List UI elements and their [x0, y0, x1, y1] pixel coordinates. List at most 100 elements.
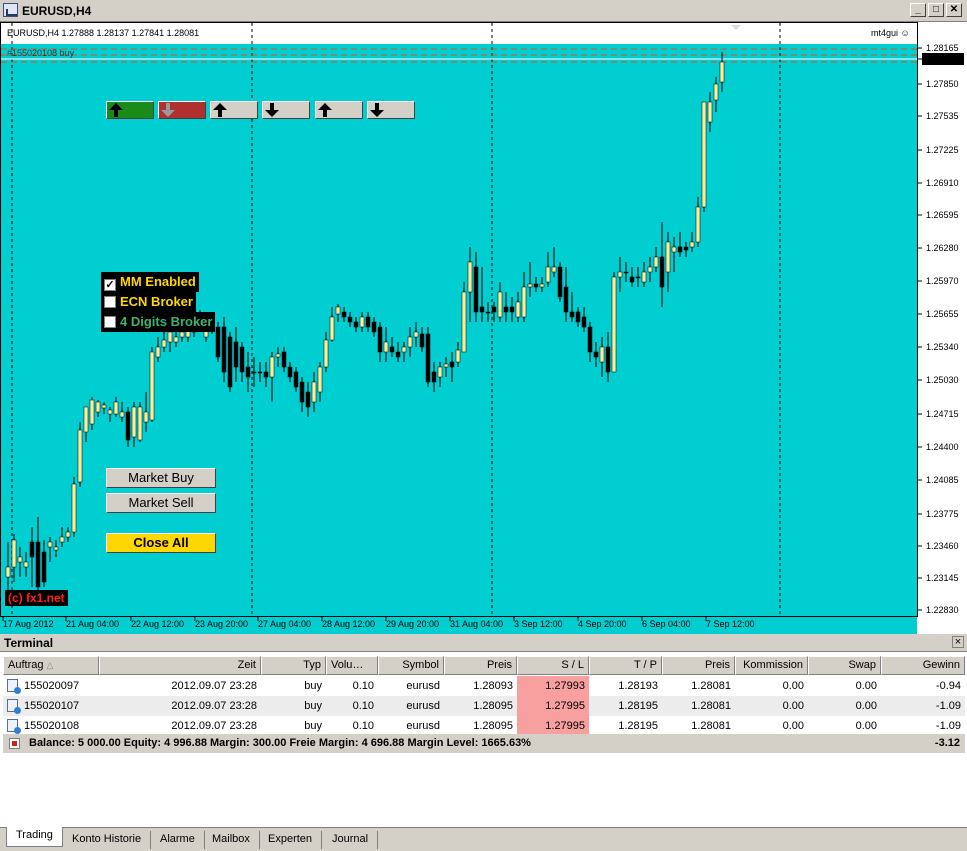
- col-header-current-price[interactable]: Preis: [662, 656, 735, 675]
- price-label: 1.27225: [926, 145, 959, 155]
- shift-marker: [731, 25, 741, 30]
- bull-candle: [455, 349, 461, 363]
- cell-cur: 1.28081: [691, 680, 731, 692]
- table-header: Auftrag △ Zeit Typ Volu… Symbol Preis S …: [3, 656, 965, 676]
- bear-candle: [263, 371, 269, 378]
- maximize-button[interactable]: □: [928, 3, 944, 17]
- col-header-sl[interactable]: S / L: [517, 656, 589, 675]
- col-header-price[interactable]: Preis: [444, 656, 517, 675]
- cell-price: 1.28095: [473, 700, 513, 712]
- bear-candle: [389, 346, 395, 353]
- arrow-up-icon: [213, 103, 227, 117]
- price-label: 1.25970: [926, 276, 959, 286]
- cell-type: buy: [304, 700, 322, 712]
- price-label: 1.25030: [926, 375, 959, 385]
- tab-mailbox[interactable]: Mailbox: [203, 831, 260, 849]
- cell-symbol: eurusd: [406, 680, 440, 692]
- cell-cur: 1.28081: [691, 700, 731, 712]
- market-sell-button[interactable]: Market Sell: [106, 493, 216, 513]
- price-label: 1.24715: [926, 409, 959, 419]
- cell-volume: 0.10: [352, 680, 374, 692]
- bear-candle: [347, 316, 353, 323]
- red-sell-arrow-button[interactable]: [158, 101, 206, 119]
- balance-summary: Balance: 5 000.00 Equity: 4 996.88 Margi…: [29, 737, 531, 749]
- green-buy-arrow-button[interactable]: [106, 101, 154, 119]
- bear-candle: [227, 336, 233, 388]
- col-header-order[interactable]: Auftrag △: [3, 656, 99, 675]
- market-buy-button[interactable]: Market Buy: [106, 468, 216, 488]
- price-chart[interactable]: 1.28165 1.28081 1.27850 1.27535 1.27225 1.269…: [0, 22, 967, 638]
- close-all-button[interactable]: Close All: [106, 533, 216, 553]
- col-header-swap[interactable]: Swap: [808, 656, 881, 675]
- price-label: 1.26280: [926, 243, 959, 253]
- date-label: 22 Aug 12:00: [131, 619, 184, 629]
- cell-tp: 1.28195: [618, 700, 658, 712]
- table-row[interactable]: 155020107 2012.09.07 23:28 buy 0.10 eurusd 1.…: [3, 696, 965, 716]
- terminal-close-icon[interactable]: ×: [952, 636, 964, 648]
- total-profit: -3.12: [934, 737, 960, 749]
- chart-header: EURUSD,H4 1.27888 1.28137 1.27841 1.2808…: [7, 28, 200, 38]
- bull-candle: [275, 353, 281, 358]
- checkbox-empty-icon: [104, 296, 116, 308]
- cell-swap: 0.00: [855, 680, 877, 692]
- col-header-tp[interactable]: T / P: [589, 656, 662, 675]
- tab-journal[interactable]: Journal: [323, 831, 379, 849]
- cell-volume: 0.10: [352, 720, 374, 732]
- cell-cur: 1.28081: [691, 720, 731, 732]
- minimize-button[interactable]: _: [910, 3, 926, 17]
- bull-candle: [443, 363, 449, 368]
- table-row[interactable]: 155020097 2012.09.07 23:28 buy 0.10 eurusd 1.…: [3, 676, 965, 696]
- bear-candle: [341, 311, 347, 318]
- bear-candle: [215, 326, 221, 358]
- arrow-down-icon: [265, 103, 279, 117]
- col-header-volume[interactable]: Volu…: [326, 656, 378, 675]
- cell-order: 155020097: [3, 676, 99, 696]
- sort-ascending-icon: △: [46, 660, 54, 670]
- down-arrow-button-1[interactable]: [262, 101, 310, 119]
- bull-candle: [689, 241, 695, 248]
- bull-candle: [155, 346, 161, 358]
- col-header-time[interactable]: Zeit: [99, 656, 261, 675]
- bull-candle: [161, 339, 167, 348]
- bear-candle: [635, 276, 641, 279]
- bear-candle: [629, 276, 635, 283]
- bear-candle: [305, 391, 311, 408]
- col-header-type[interactable]: Typ: [261, 656, 326, 675]
- table-row[interactable]: 155020108 2012.09.07 23:28 buy 0.10 eurusd 1.…: [3, 716, 965, 736]
- mt4gui-signature: mt4gui ☺: [871, 28, 910, 38]
- order-line-label: #155020108 buy: [7, 48, 75, 58]
- terminal-tabs: Trading Konto Historie Alarme Mailbox Ex…: [0, 827, 967, 851]
- bear-candle: [425, 333, 431, 383]
- cell-profit: -1.09: [935, 720, 961, 732]
- down-arrow-button-2[interactable]: [367, 101, 415, 119]
- close-button[interactable]: ✕: [946, 3, 962, 17]
- mm-enabled-checkbox[interactable]: ✓ MM Enabled: [101, 272, 199, 292]
- four-digits-broker-label: 4 Digits Broker: [120, 314, 213, 329]
- tab-konto-historie[interactable]: Konto Historie: [63, 831, 152, 849]
- up-arrow-button-1[interactable]: [210, 101, 258, 119]
- order-icon: [7, 679, 21, 694]
- col-header-profit[interactable]: Gewinn: [881, 656, 965, 675]
- tab-alarme[interactable]: Alarme: [151, 831, 205, 849]
- up-arrow-button-2[interactable]: [315, 101, 363, 119]
- tab-experten[interactable]: Experten: [259, 831, 323, 849]
- order-icon: [7, 699, 21, 714]
- col-header-commission[interactable]: Kommission: [735, 656, 808, 675]
- tab-trading[interactable]: Trading: [6, 827, 63, 847]
- bull-candle: [401, 346, 407, 353]
- date-label: 28 Aug 12:00: [322, 619, 375, 629]
- cell-time: 2012.09.07 23:28: [171, 680, 257, 692]
- smiley-icon: ☺: [900, 28, 910, 38]
- four-digits-broker-checkbox[interactable]: 4 Digits Broker: [101, 312, 216, 332]
- bull-candle: [617, 271, 623, 278]
- col-header-symbol[interactable]: Symbol: [378, 656, 444, 675]
- bull-candle: [179, 331, 185, 338]
- bear-candle: [281, 351, 287, 368]
- price-label: 1.26910: [926, 178, 959, 188]
- bull-candle: [173, 336, 179, 343]
- bear-candle: [605, 346, 611, 373]
- ecn-broker-checkbox[interactable]: ECN Broker: [101, 292, 196, 312]
- order-icon: [7, 719, 21, 734]
- bull-candle: [335, 306, 341, 315]
- bear-candle: [41, 551, 47, 583]
